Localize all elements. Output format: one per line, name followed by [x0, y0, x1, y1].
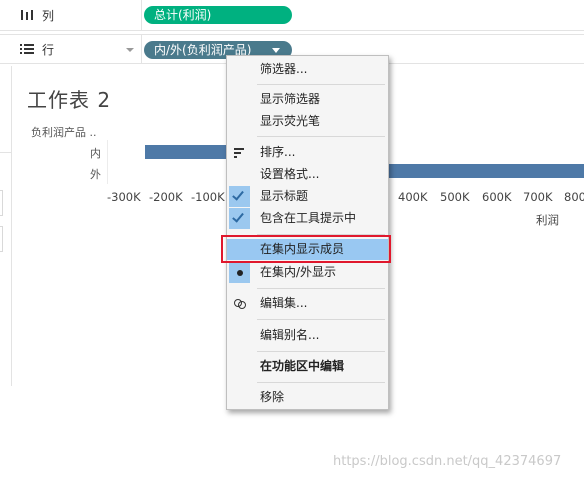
pane-tab — [0, 190, 3, 216]
rows-label-text: 行 — [42, 42, 55, 57]
row-label-in: 内 — [90, 147, 101, 160]
columns-icon — [20, 9, 34, 21]
row-label-out: 外 — [90, 168, 101, 181]
pill-context-menu: 筛选器... 显示筛选器 显示荧光笔 排序... 设置格式... 显示标题 包含… — [226, 55, 389, 410]
columns-label-text: 列 — [42, 8, 55, 23]
menu-item-remove[interactable]: 移除 — [227, 387, 388, 408]
axis-tick-label: -200K — [149, 190, 183, 204]
highlight-annotation-box — [221, 235, 391, 263]
axis-tick-label: -100K — [191, 190, 225, 204]
axis-tick-label: 600K — [482, 190, 512, 204]
menu-item-label: 包含在工具提示中 — [260, 211, 357, 225]
menu-item-include-tooltip[interactable]: 包含在工具提示中 — [227, 208, 388, 229]
menu-item-label: 编辑集... — [260, 296, 308, 310]
rows-icon — [20, 43, 34, 55]
menu-item-label: 设置格式... — [260, 167, 320, 181]
menu-separator — [257, 288, 385, 289]
menu-item-show-highlighter[interactable]: 显示荧光笔 — [227, 111, 388, 132]
check-icon — [229, 208, 250, 229]
menu-item-show-filter[interactable]: 显示筛选器 — [227, 89, 388, 110]
bar-in[interactable] — [145, 145, 226, 159]
axis-tick-label: 800 — [564, 190, 584, 204]
menu-item-label: 在集内/外显示 — [260, 265, 337, 279]
check-icon — [229, 186, 250, 207]
menu-item-label: 在功能区中编辑 — [260, 359, 345, 373]
profit-total-pill[interactable]: 总计(利润) — [144, 6, 292, 24]
menu-item-edit-alias[interactable]: 编辑别名... — [227, 325, 388, 346]
menu-item-edit-in-shelf[interactable]: 在功能区中编辑 — [227, 356, 388, 377]
sort-icon — [234, 148, 244, 158]
pill-dropdown-icon[interactable] — [272, 48, 280, 53]
menu-separator — [257, 382, 385, 383]
divider — [0, 152, 12, 153]
menu-item-label: 显示标题 — [260, 189, 309, 203]
profit-total-pill-label: 总计(利润) — [154, 8, 212, 22]
axis-tick-label: 500K — [440, 190, 470, 204]
menu-item-show-header[interactable]: 显示标题 — [227, 186, 388, 207]
menu-item-label: 编辑别名... — [260, 328, 320, 342]
axis-tick-label: -300K — [107, 190, 141, 204]
columns-shelf-label: 列 — [0, 0, 142, 30]
menu-item-edit-set[interactable]: 编辑集... — [227, 293, 388, 314]
menu-item-label: 显示筛选器 — [260, 92, 321, 106]
menu-separator — [257, 136, 385, 137]
columns-shelf: 列 总计(利润) — [0, 0, 584, 31]
row-field-header[interactable]: 负利润产品 .. — [31, 124, 97, 140]
axis-gridline — [107, 140, 108, 184]
columns-drop-zone[interactable]: 总计(利润) — [142, 0, 584, 30]
sets-icon — [234, 298, 246, 309]
menu-item-label: 移除 — [260, 390, 285, 404]
menu-item-label: 筛选器... — [260, 62, 308, 76]
axis-title: 利润 — [536, 213, 559, 227]
menu-separator — [257, 351, 385, 352]
rows-dropdown-icon[interactable] — [126, 48, 134, 52]
axis-tick-label: 400K — [398, 190, 428, 204]
bar-out[interactable] — [389, 164, 584, 178]
menu-item-filter[interactable]: 筛选器... — [227, 59, 388, 80]
left-pane-edge — [0, 66, 12, 386]
watermark: https://blog.csdn.net/qq_42374697 — [333, 454, 562, 469]
menu-item-sort[interactable]: 排序... — [227, 142, 388, 163]
pane-tab — [0, 226, 3, 252]
axis-tick-label: 700K — [523, 190, 553, 204]
menu-item-label: 显示荧光笔 — [260, 114, 321, 128]
menu-item-show-in-out-set[interactable]: 在集内/外显示 — [227, 262, 388, 283]
menu-item-label: 排序... — [260, 145, 296, 159]
menu-separator — [257, 84, 385, 85]
menu-separator — [257, 319, 385, 320]
worksheet-title: 工作表 2 — [27, 88, 112, 112]
menu-item-format[interactable]: 设置格式... — [227, 164, 388, 185]
rows-shelf-label: 行 — [0, 35, 142, 63]
radio-dot-icon — [229, 262, 250, 283]
